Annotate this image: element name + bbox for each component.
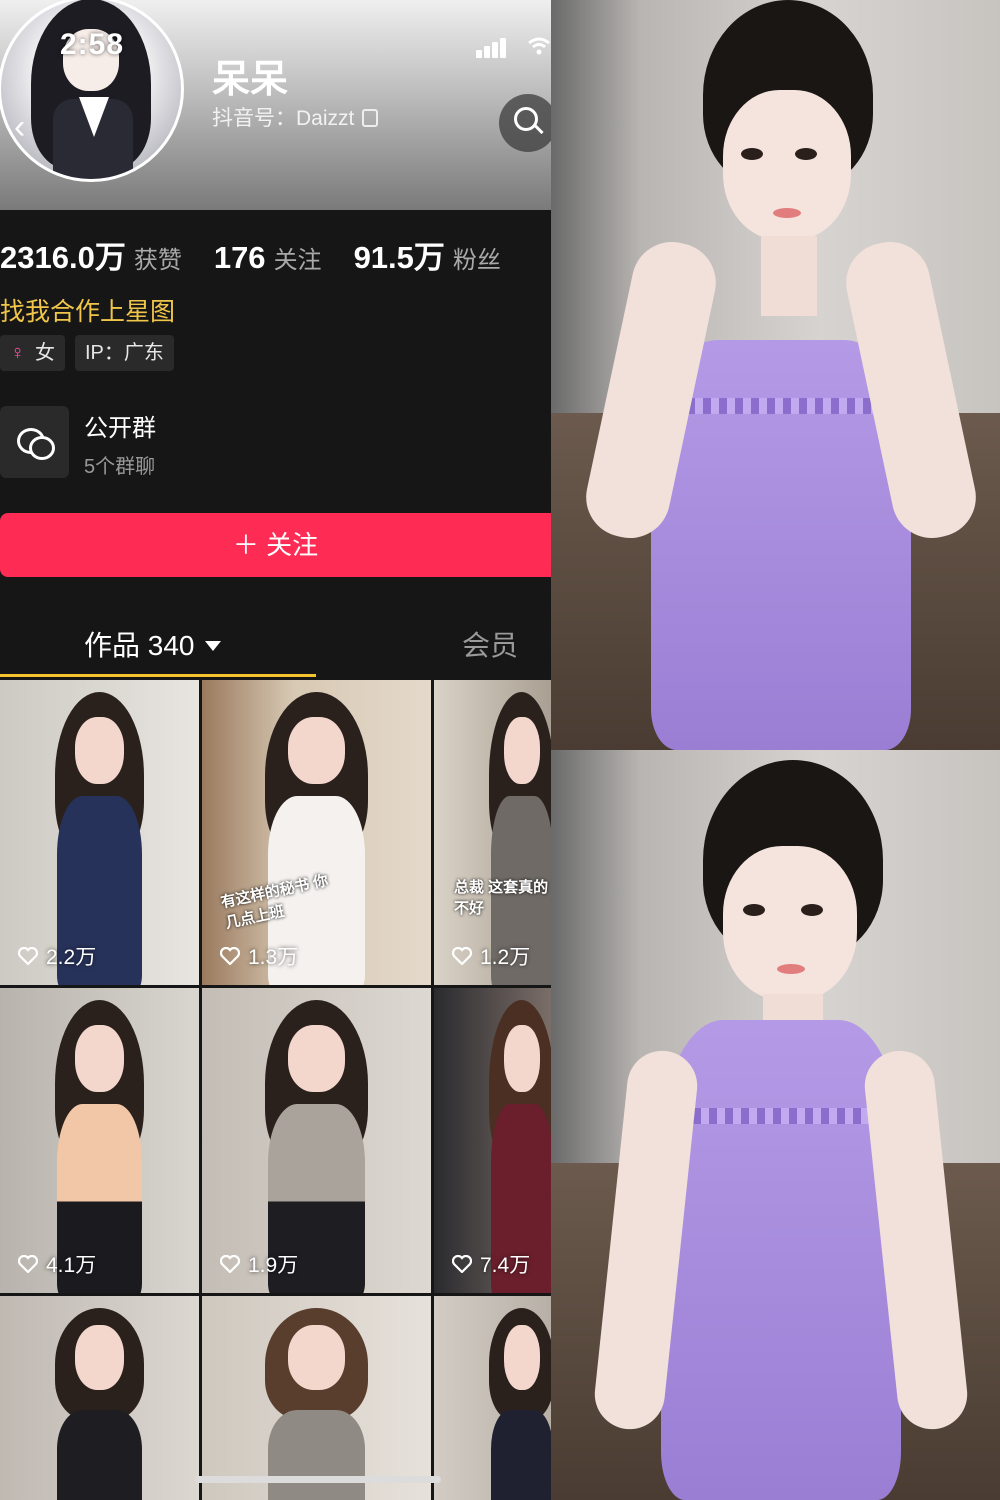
video-likes-count: 1.2万 xyxy=(480,946,531,969)
video-thumbnail[interactable]: 总裁 这套真的不好 1.2万 xyxy=(434,680,551,985)
followers-label: 粉丝 xyxy=(452,247,501,274)
group-subtitle: 5个群聊 xyxy=(84,456,156,478)
video-likes-count: 7.4万 xyxy=(480,1254,531,1277)
video-thumbnail[interactable] xyxy=(202,1296,431,1500)
video-likes: 1.3万 xyxy=(219,941,299,971)
heart-icon xyxy=(451,1254,473,1274)
video-likes: 7.4万 xyxy=(451,1249,531,1279)
profile-screen: 2:58 ‹ 呆呆 抖音号：Daizzt 2316.0万 获赞 176 关注 9… xyxy=(0,0,551,1500)
tab-underline xyxy=(0,674,316,677)
caret-down-icon xyxy=(204,641,221,651)
heart-icon xyxy=(17,946,39,966)
video-thumbnail[interactable] xyxy=(434,1296,551,1500)
following-count[interactable]: 176 xyxy=(214,240,266,276)
back-icon[interactable]: ‹ xyxy=(14,108,25,147)
heart-icon xyxy=(451,946,473,966)
video-likes: 2.2万 xyxy=(17,941,97,971)
video-thumbnail[interactable]: 1.9万 xyxy=(202,988,431,1293)
video-thumbnail[interactable]: 4.1万 xyxy=(0,988,199,1293)
ip-location-tag: IP：广东 xyxy=(75,335,174,371)
group-chat-icon xyxy=(0,406,69,478)
profile-name: 呆呆 xyxy=(212,59,289,101)
profile-bio: 找我合作上星图 xyxy=(0,298,176,326)
profile-header: 2:58 ‹ 呆呆 抖音号：Daizzt xyxy=(0,0,551,210)
status-time: 2:58 xyxy=(60,28,125,61)
heart-icon xyxy=(17,1254,39,1274)
video-thumbnail[interactable]: 7.4万 xyxy=(434,988,551,1293)
profile-tags: ♀ 女 IP：广东 xyxy=(0,335,174,371)
photo-bottom xyxy=(551,750,1000,1500)
video-likes-count: 1.3万 xyxy=(248,946,299,969)
signal-icon xyxy=(476,36,514,58)
group-title: 公开群 xyxy=(84,415,156,442)
tab-works[interactable]: 作品 340 xyxy=(84,624,221,664)
copy-icon[interactable] xyxy=(362,109,379,127)
wifi-icon xyxy=(527,36,551,56)
followers-count[interactable]: 91.5万 xyxy=(354,232,445,277)
heart-icon xyxy=(219,1254,241,1274)
video-caption: 总裁 这套真的不好 xyxy=(454,879,549,917)
gender-label: 女 xyxy=(35,342,55,364)
profile-stats: 2316.0万 获赞 176 关注 91.5万 粉丝 xyxy=(0,232,533,277)
video-likes-count: 2.2万 xyxy=(46,946,97,969)
public-group-entry[interactable]: 公开群 5个群聊 xyxy=(0,406,551,478)
video-likes: 1.2万 xyxy=(451,941,531,971)
female-icon: ♀ xyxy=(10,342,25,364)
video-likes-count: 4.1万 xyxy=(46,1254,97,1277)
video-grid: 2.2万 有这样的秘书 你几点上班 1.3万 总裁 这套真的不好 1.2万 4.… xyxy=(0,680,551,1500)
heart-icon xyxy=(219,946,241,966)
photo-top xyxy=(551,0,1000,750)
tab-works-label: 作品 340 xyxy=(84,630,195,661)
douyin-id[interactable]: 抖音号：Daizzt xyxy=(212,102,379,132)
video-likes-count: 1.9万 xyxy=(248,1254,299,1277)
gender-tag: ♀ 女 xyxy=(0,335,65,371)
following-label: 关注 xyxy=(273,247,322,274)
likes-label: 获赞 xyxy=(133,247,182,274)
video-thumbnail[interactable] xyxy=(0,1296,199,1500)
video-likes: 4.1万 xyxy=(17,1249,97,1279)
video-thumbnail[interactable]: 2.2万 xyxy=(0,680,199,985)
likes-count[interactable]: 2316.0万 xyxy=(0,232,126,277)
home-indicator[interactable] xyxy=(195,1476,441,1483)
search-button[interactable] xyxy=(499,94,551,152)
tab-member[interactable]: 会员 xyxy=(462,624,518,664)
video-thumbnail[interactable]: 有这样的秘书 你几点上班 1.3万 xyxy=(202,680,431,985)
douyin-id-text: 抖音号：Daizzt xyxy=(212,107,355,130)
video-likes: 1.9万 xyxy=(219,1249,299,1279)
follow-button[interactable]: ＋ 关注 xyxy=(0,513,551,577)
